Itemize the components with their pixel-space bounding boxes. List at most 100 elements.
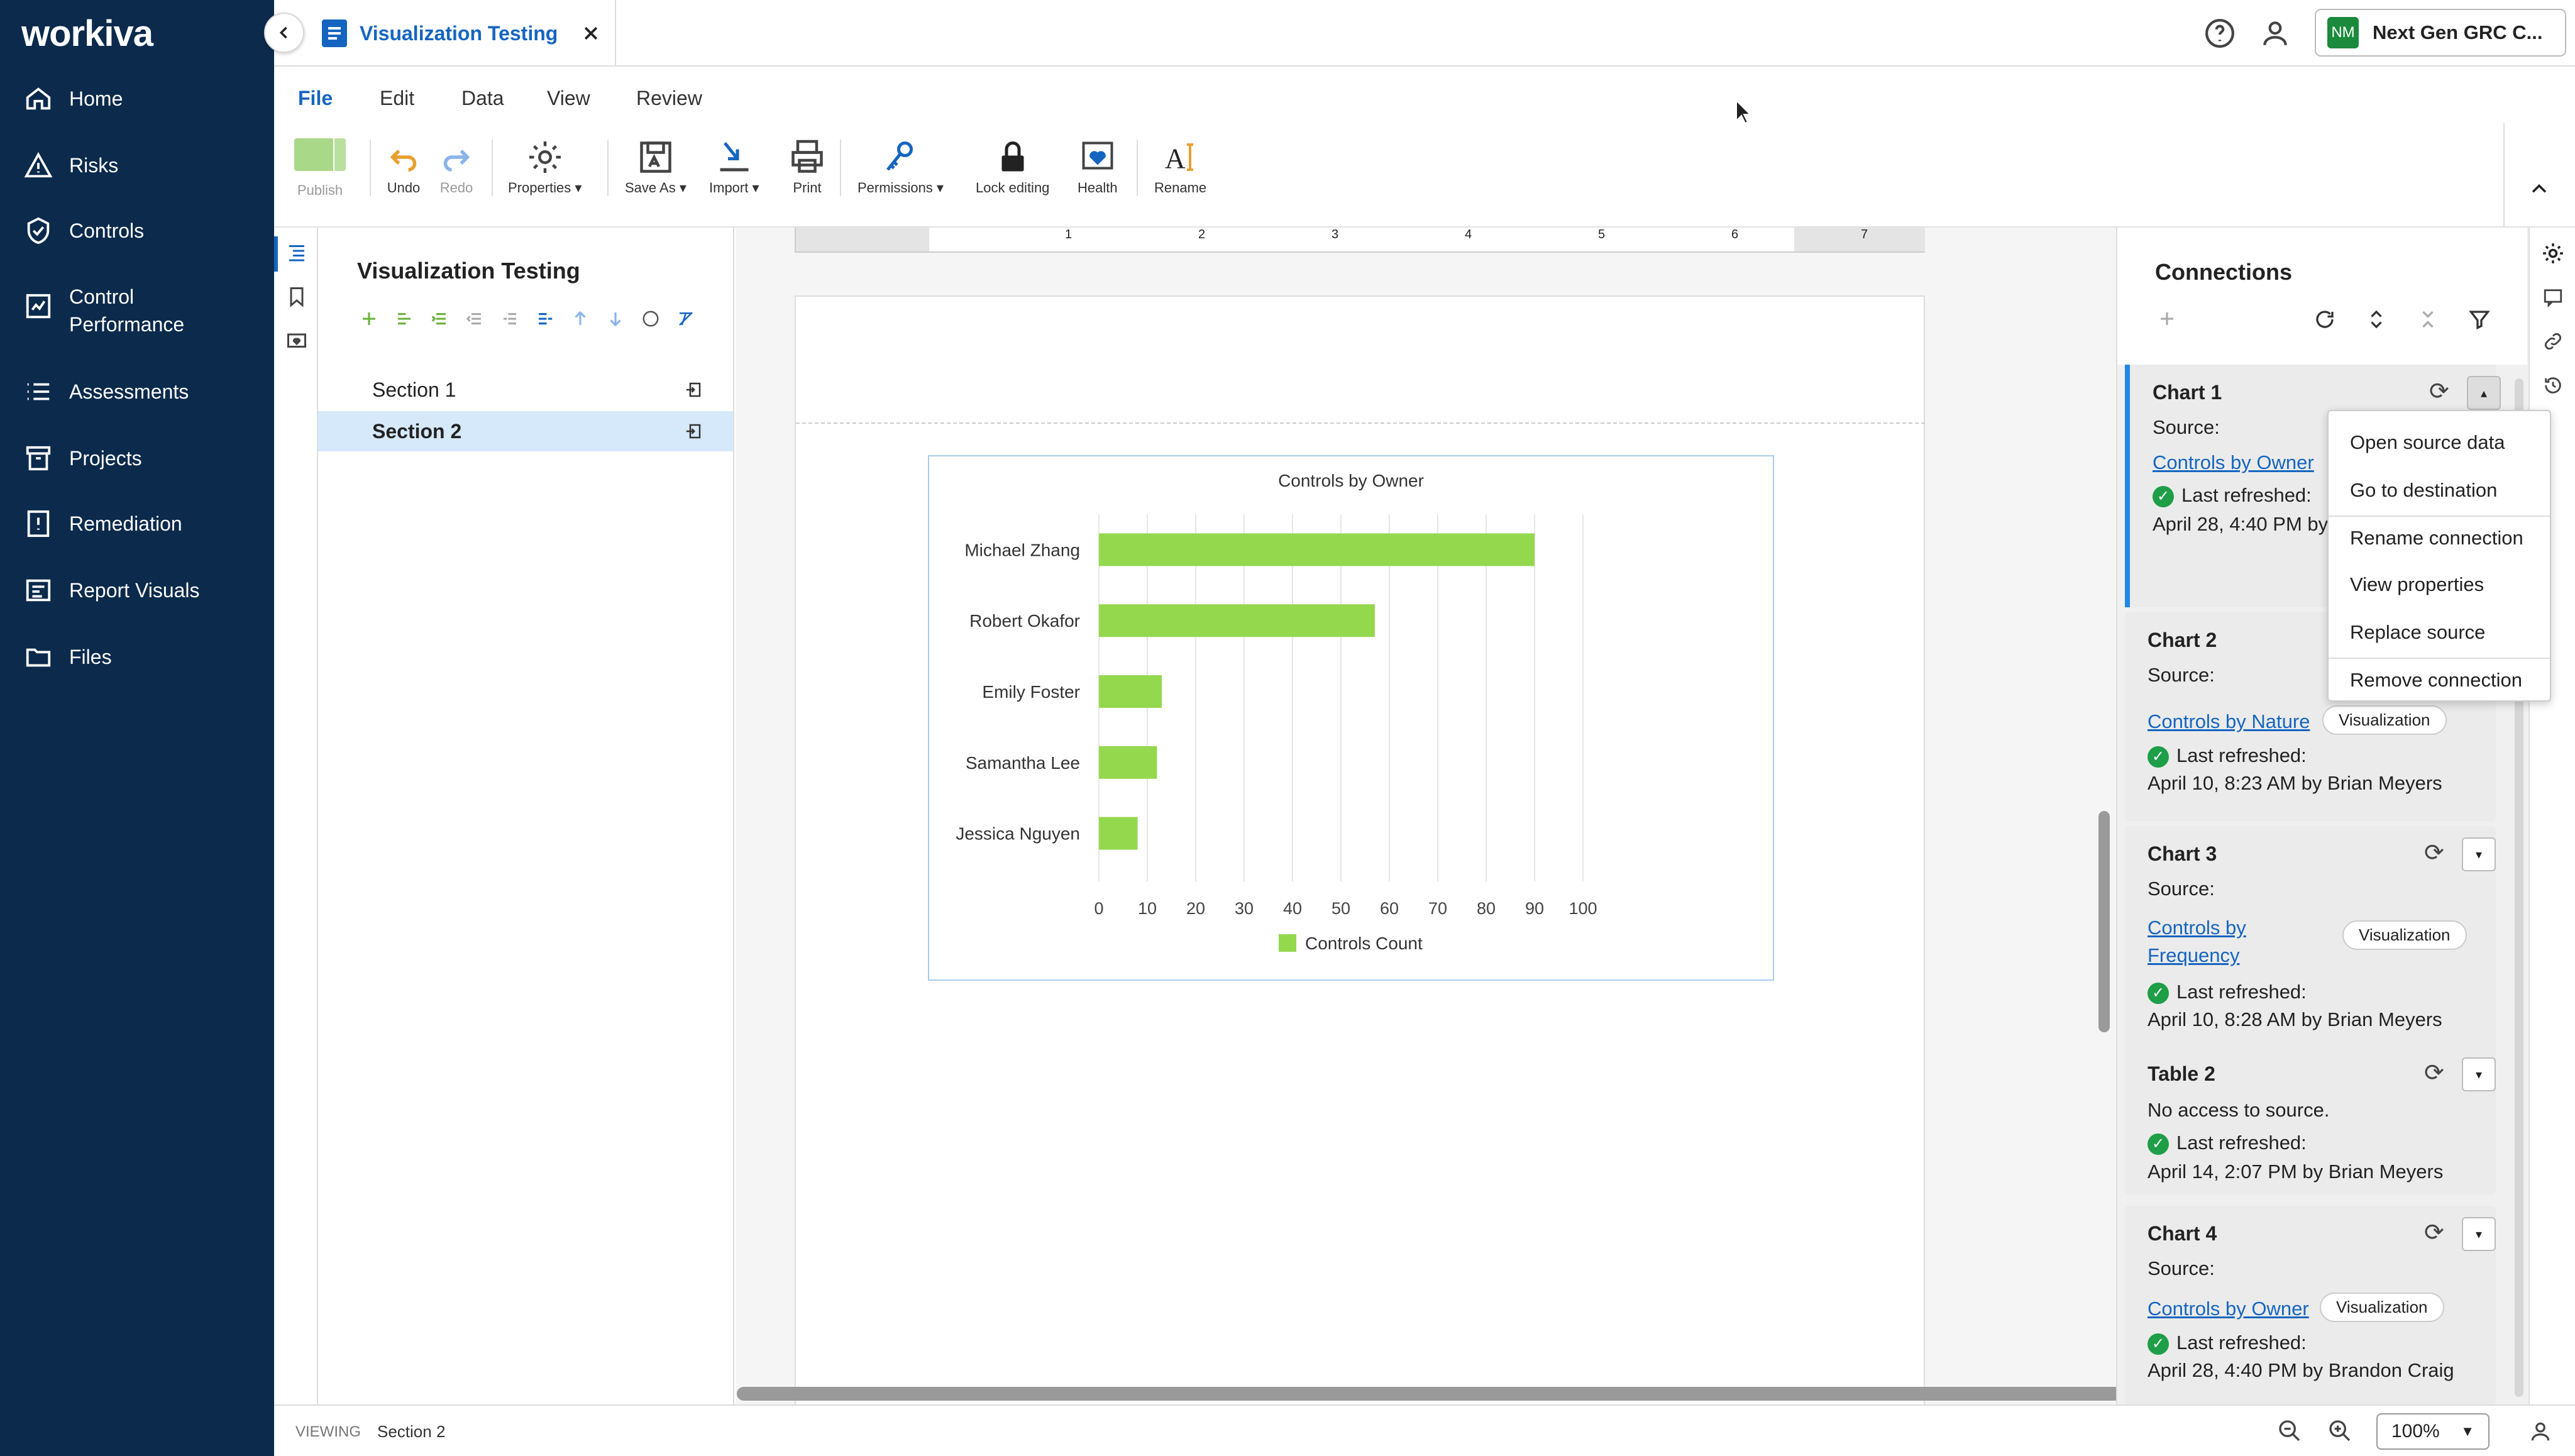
move-left-icon[interactable]: [500, 309, 519, 328]
redo-button[interactable]: Redo: [438, 138, 475, 196]
bar[interactable]: [1099, 746, 1157, 779]
vertical-scrollbar[interactable]: [2098, 811, 2110, 1032]
bar[interactable]: [1099, 675, 1162, 708]
nav-item-assessments[interactable]: Assessments: [24, 377, 189, 406]
nav-item-risks[interactable]: Risks: [24, 151, 118, 180]
close-icon[interactable]: [582, 24, 600, 43]
card-menu-button[interactable]: ▾: [2462, 837, 2496, 871]
refresh-icon[interactable]: ⟳: [2424, 1059, 2444, 1087]
menu-view[interactable]: View: [547, 87, 590, 110]
nav-item-controls[interactable]: Controls: [24, 216, 144, 245]
outdent-icon[interactable]: [465, 309, 484, 328]
move-right-icon[interactable]: [536, 309, 554, 328]
section-link-icon[interactable]: [684, 380, 703, 399]
outline-section-2[interactable]: Section 2: [318, 411, 733, 451]
circle-icon[interactable]: [641, 309, 660, 328]
card-menu-button[interactable]: ▾: [2462, 1057, 2496, 1091]
card-menu-button[interactable]: ▾: [2462, 1217, 2496, 1251]
source-link[interactable]: Controls by Owner: [2153, 451, 2314, 473]
source-link-line-1[interactable]: Controls by: [2148, 917, 2246, 939]
nav-item-remediation[interactable]: Remediation: [24, 509, 182, 538]
menu-open-source-data[interactable]: Open source data: [2350, 431, 2505, 454]
presence-user-icon[interactable]: [2528, 1420, 2552, 1443]
menu-view-properties[interactable]: View properties: [2350, 573, 2484, 596]
source-link-line-2[interactable]: Frequency: [2148, 944, 2239, 966]
card-menu-button[interactable]: ▴: [2467, 376, 2501, 410]
print-button[interactable]: Print: [788, 138, 826, 196]
menu-rename-connection[interactable]: Rename connection: [2350, 527, 2523, 549]
bar[interactable]: [1099, 604, 1375, 637]
indent-icon[interactable]: [430, 309, 449, 328]
nav-item-projects[interactable]: Projects: [24, 444, 142, 473]
user-icon[interactable]: [2259, 18, 2291, 49]
menu-file[interactable]: File: [298, 87, 333, 110]
collapse-toolbar-icon[interactable]: [2528, 179, 2550, 200]
org-switcher[interactable]: NM Next Gen GRC C...: [2315, 9, 2566, 57]
filter-icon[interactable]: [2468, 308, 2491, 331]
connection-card-chart-3[interactable]: Chart 3 ⟳ ▾ Source: Controls by Frequenc…: [2125, 826, 2496, 1074]
properties-button[interactable]: Properties ▾: [508, 138, 582, 196]
workiva-logo[interactable]: workiva: [21, 13, 153, 55]
collapse-nav-button[interactable]: [264, 13, 304, 53]
undo-button[interactable]: Undo: [385, 138, 422, 196]
document-tab[interactable]: Visualization Testing: [274, 0, 616, 67]
link-icon[interactable]: [2542, 331, 2564, 352]
ruler[interactable]: 1 2 3 4 5 6 7: [795, 228, 1925, 253]
source-link[interactable]: Controls by Owner: [2148, 1298, 2309, 1320]
refresh-icon[interactable]: ⟳: [2429, 377, 2449, 405]
chart-container[interactable]: Controls by Owner Michael Zhang Robert Ok…: [928, 455, 1774, 981]
refresh-icon[interactable]: ⟳: [2424, 839, 2444, 867]
settings-icon[interactable]: [2541, 241, 2565, 265]
move-up-icon[interactable]: [571, 309, 590, 328]
bar[interactable]: [1099, 817, 1138, 850]
publish-button[interactable]: Publish: [294, 138, 346, 199]
collapse-all-icon[interactable]: [2417, 308, 2439, 331]
health-button[interactable]: Health: [1078, 138, 1118, 196]
chevron-down-icon: ▾: [2475, 1227, 2483, 1242]
comment-heart-icon[interactable]: [285, 331, 308, 353]
bookmark-icon[interactable]: [285, 285, 308, 308]
bar-chart: Controls by Owner Michael Zhang Robert Ok…: [956, 471, 1597, 953]
menu-replace-source[interactable]: Replace source: [2350, 621, 2485, 644]
zoom-out-icon[interactable]: [2277, 1418, 2302, 1443]
outline-icon[interactable]: [285, 241, 308, 264]
save-as-button[interactable]: Save As ▾: [625, 138, 686, 196]
zoom-in-icon[interactable]: [2327, 1418, 2352, 1443]
menu-go-to-destination[interactable]: Go to destination: [2350, 479, 2497, 502]
move-down-icon[interactable]: [606, 309, 625, 328]
chevron-left-icon: [279, 26, 287, 39]
refresh-icon[interactable]: ⟳: [2424, 1218, 2444, 1247]
permissions-button[interactable]: Permissions ▾: [857, 138, 944, 196]
clear-format-icon[interactable]: [676, 309, 695, 328]
nav-item-files[interactable]: Files: [24, 643, 112, 671]
card-title: Chart 1: [2153, 381, 2222, 404]
lock-editing-button[interactable]: Lock editing: [976, 138, 1049, 196]
menu-remove-connection[interactable]: Remove connection: [2350, 669, 2522, 692]
zoom-select[interactable]: 100% ▼: [2376, 1413, 2490, 1450]
bar[interactable]: [1099, 533, 1535, 566]
add-subsection-icon[interactable]: [395, 309, 414, 328]
source-link[interactable]: Controls by Nature: [2148, 710, 2310, 732]
org-avatar: NM: [2327, 17, 2359, 48]
add-section-icon[interactable]: [360, 309, 378, 328]
expand-all-icon[interactable]: [2365, 308, 2388, 331]
comment-icon[interactable]: [2542, 287, 2564, 308]
card-source-label: Source:: [2148, 664, 2215, 686]
outline-section-1[interactable]: Section 1: [318, 370, 733, 410]
help-icon[interactable]: [2204, 18, 2236, 49]
connection-card-chart-4[interactable]: Chart 4 ⟳ ▾ Source: Controls by Owner Vi…: [2125, 1206, 2496, 1404]
menu-edit[interactable]: Edit: [380, 87, 414, 110]
history-icon[interactable]: [2542, 375, 2564, 396]
import-button[interactable]: Import ▾: [709, 138, 759, 196]
nav-item-report-visuals[interactable]: Report Visuals: [24, 576, 200, 605]
menu-data[interactable]: Data: [461, 87, 504, 110]
add-icon[interactable]: [2158, 309, 2176, 328]
refresh-all-icon[interactable]: [2313, 308, 2336, 331]
menu-review[interactable]: Review: [636, 87, 702, 110]
nav-item-home[interactable]: Home: [24, 84, 123, 113]
section-link-icon[interactable]: [684, 422, 703, 441]
x-tick-label: 0: [1094, 899, 1103, 918]
rename-button[interactable]: A Rename: [1154, 138, 1206, 196]
connection-card-table-2[interactable]: Table 2 ⟳ ▾ No access to source. ✓ Last r…: [2125, 1046, 2496, 1194]
nav-item-control-performance[interactable]: Control Performance: [24, 283, 184, 338]
